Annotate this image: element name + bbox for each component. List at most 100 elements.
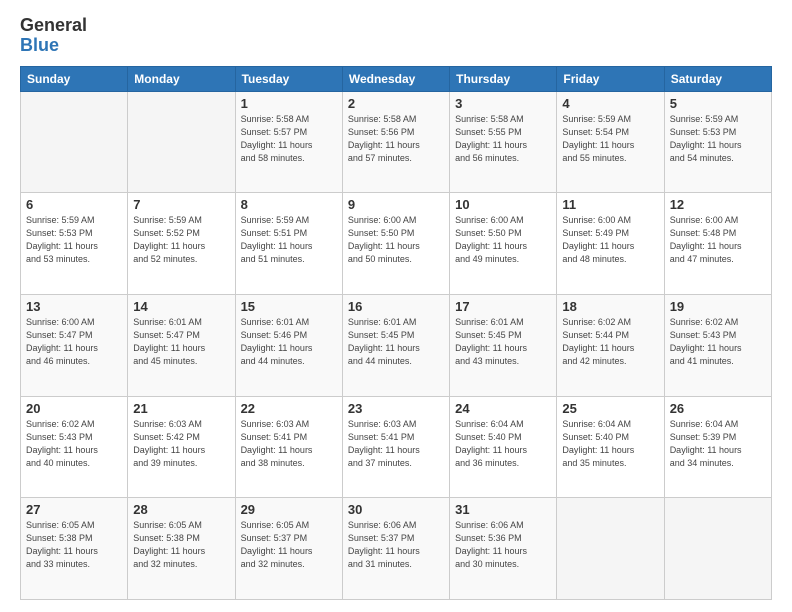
day-info: Sunrise: 6:06 AM Sunset: 5:37 PM Dayligh…	[348, 519, 444, 571]
calendar-cell: 25 Sunrise: 6:04 AM Sunset: 5:40 PM Dayli…	[557, 396, 664, 498]
week-row-2: 13 Sunrise: 6:00 AM Sunset: 5:47 PM Dayli…	[21, 294, 772, 396]
day-info: Sunrise: 5:59 AM Sunset: 5:53 PM Dayligh…	[670, 113, 766, 165]
day-number: 25	[562, 401, 658, 416]
day-number: 28	[133, 502, 229, 517]
page: GeneralBlue SundayMondayTuesdayWednesday…	[0, 0, 792, 612]
calendar-cell: 30 Sunrise: 6:06 AM Sunset: 5:37 PM Dayli…	[342, 498, 449, 600]
calendar-cell: 19 Sunrise: 6:02 AM Sunset: 5:43 PM Dayli…	[664, 294, 771, 396]
calendar-cell	[128, 91, 235, 193]
day-info: Sunrise: 6:00 AM Sunset: 5:47 PM Dayligh…	[26, 316, 122, 368]
weekday-header-friday: Friday	[557, 66, 664, 91]
day-number: 31	[455, 502, 551, 517]
day-info: Sunrise: 6:03 AM Sunset: 5:41 PM Dayligh…	[241, 418, 337, 470]
logo-text: GeneralBlue	[20, 16, 87, 56]
day-number: 9	[348, 197, 444, 212]
day-info: Sunrise: 6:06 AM Sunset: 5:36 PM Dayligh…	[455, 519, 551, 571]
day-number: 13	[26, 299, 122, 314]
day-number: 5	[670, 96, 766, 111]
calendar-cell: 22 Sunrise: 6:03 AM Sunset: 5:41 PM Dayli…	[235, 396, 342, 498]
day-number: 17	[455, 299, 551, 314]
day-info: Sunrise: 5:58 AM Sunset: 5:56 PM Dayligh…	[348, 113, 444, 165]
day-number: 10	[455, 197, 551, 212]
day-info: Sunrise: 5:59 AM Sunset: 5:52 PM Dayligh…	[133, 214, 229, 266]
calendar-cell: 24 Sunrise: 6:04 AM Sunset: 5:40 PM Dayli…	[450, 396, 557, 498]
day-number: 15	[241, 299, 337, 314]
day-info: Sunrise: 6:00 AM Sunset: 5:49 PM Dayligh…	[562, 214, 658, 266]
day-info: Sunrise: 6:02 AM Sunset: 5:43 PM Dayligh…	[670, 316, 766, 368]
day-info: Sunrise: 6:04 AM Sunset: 5:40 PM Dayligh…	[562, 418, 658, 470]
calendar-cell: 23 Sunrise: 6:03 AM Sunset: 5:41 PM Dayli…	[342, 396, 449, 498]
week-row-4: 27 Sunrise: 6:05 AM Sunset: 5:38 PM Dayli…	[21, 498, 772, 600]
day-number: 1	[241, 96, 337, 111]
weekday-header-saturday: Saturday	[664, 66, 771, 91]
day-info: Sunrise: 6:00 AM Sunset: 5:50 PM Dayligh…	[348, 214, 444, 266]
day-number: 4	[562, 96, 658, 111]
week-row-1: 6 Sunrise: 5:59 AM Sunset: 5:53 PM Daylig…	[21, 193, 772, 295]
calendar-cell: 4 Sunrise: 5:59 AM Sunset: 5:54 PM Daylig…	[557, 91, 664, 193]
calendar-cell: 29 Sunrise: 6:05 AM Sunset: 5:37 PM Dayli…	[235, 498, 342, 600]
day-info: Sunrise: 5:58 AM Sunset: 5:55 PM Dayligh…	[455, 113, 551, 165]
day-number: 27	[26, 502, 122, 517]
calendar-cell: 18Sunrise: 6:02 AM Sunset: 5:44 PM Dayli…	[557, 294, 664, 396]
calendar-cell: 15 Sunrise: 6:01 AM Sunset: 5:46 PM Dayli…	[235, 294, 342, 396]
calendar-cell: 7 Sunrise: 5:59 AM Sunset: 5:52 PM Daylig…	[128, 193, 235, 295]
logo: GeneralBlue	[20, 16, 87, 56]
calendar-cell	[664, 498, 771, 600]
weekday-header-sunday: Sunday	[21, 66, 128, 91]
day-number: 21	[133, 401, 229, 416]
day-info: Sunrise: 6:04 AM Sunset: 5:39 PM Dayligh…	[670, 418, 766, 470]
calendar-cell: 11 Sunrise: 6:00 AM Sunset: 5:49 PM Dayli…	[557, 193, 664, 295]
calendar-cell: 1 Sunrise: 5:58 AM Sunset: 5:57 PM Daylig…	[235, 91, 342, 193]
day-info: Sunrise: 6:05 AM Sunset: 5:38 PM Dayligh…	[133, 519, 229, 571]
day-info: Sunrise: 6:00 AM Sunset: 5:50 PM Dayligh…	[455, 214, 551, 266]
calendar-cell	[21, 91, 128, 193]
day-info: Sunrise: 6:03 AM Sunset: 5:42 PM Dayligh…	[133, 418, 229, 470]
day-info: Sunrise: 6:03 AM Sunset: 5:41 PM Dayligh…	[348, 418, 444, 470]
day-info: Sunrise: 5:58 AM Sunset: 5:57 PM Dayligh…	[241, 113, 337, 165]
day-number: 3	[455, 96, 551, 111]
day-number: 29	[241, 502, 337, 517]
day-number: 19	[670, 299, 766, 314]
day-info: Sunrise: 6:04 AM Sunset: 5:40 PM Dayligh…	[455, 418, 551, 470]
day-info: Sunrise: 6:01 AM Sunset: 5:45 PM Dayligh…	[455, 316, 551, 368]
day-number: 24	[455, 401, 551, 416]
weekday-header-row: SundayMondayTuesdayWednesdayThursdayFrid…	[21, 66, 772, 91]
day-number: 14	[133, 299, 229, 314]
calendar-cell: 6 Sunrise: 5:59 AM Sunset: 5:53 PM Daylig…	[21, 193, 128, 295]
weekday-header-thursday: Thursday	[450, 66, 557, 91]
calendar-cell: 5 Sunrise: 5:59 AM Sunset: 5:53 PM Daylig…	[664, 91, 771, 193]
day-number: 23	[348, 401, 444, 416]
calendar-cell: 13 Sunrise: 6:00 AM Sunset: 5:47 PM Dayli…	[21, 294, 128, 396]
day-number: 30	[348, 502, 444, 517]
day-info: Sunrise: 6:01 AM Sunset: 5:46 PM Dayligh…	[241, 316, 337, 368]
weekday-header-wednesday: Wednesday	[342, 66, 449, 91]
day-info: Sunrise: 6:05 AM Sunset: 5:37 PM Dayligh…	[241, 519, 337, 571]
day-number: 18	[562, 299, 658, 314]
header: GeneralBlue	[20, 16, 772, 56]
day-number: 20	[26, 401, 122, 416]
day-number: 6	[26, 197, 122, 212]
calendar-cell: 2Sunrise: 5:58 AM Sunset: 5:56 PM Daylig…	[342, 91, 449, 193]
day-info: Sunrise: 6:01 AM Sunset: 5:47 PM Dayligh…	[133, 316, 229, 368]
calendar-cell: 27 Sunrise: 6:05 AM Sunset: 5:38 PM Dayli…	[21, 498, 128, 600]
week-row-0: 1 Sunrise: 5:58 AM Sunset: 5:57 PM Daylig…	[21, 91, 772, 193]
calendar-cell: 31 Sunrise: 6:06 AM Sunset: 5:36 PM Dayli…	[450, 498, 557, 600]
calendar-cell: 16Sunrise: 6:01 AM Sunset: 5:45 PM Dayli…	[342, 294, 449, 396]
calendar-cell: 3 Sunrise: 5:58 AM Sunset: 5:55 PM Daylig…	[450, 91, 557, 193]
calendar-cell: 20Sunrise: 6:02 AM Sunset: 5:43 PM Dayli…	[21, 396, 128, 498]
calendar-cell: 21 Sunrise: 6:03 AM Sunset: 5:42 PM Dayli…	[128, 396, 235, 498]
day-number: 8	[241, 197, 337, 212]
calendar-cell: 26Sunrise: 6:04 AM Sunset: 5:39 PM Dayli…	[664, 396, 771, 498]
calendar-table: SundayMondayTuesdayWednesdayThursdayFrid…	[20, 66, 772, 600]
day-info: Sunrise: 6:05 AM Sunset: 5:38 PM Dayligh…	[26, 519, 122, 571]
calendar-cell: 9 Sunrise: 6:00 AM Sunset: 5:50 PM Daylig…	[342, 193, 449, 295]
day-info: Sunrise: 5:59 AM Sunset: 5:53 PM Dayligh…	[26, 214, 122, 266]
day-number: 7	[133, 197, 229, 212]
day-number: 11	[562, 197, 658, 212]
calendar-cell: 12Sunrise: 6:00 AM Sunset: 5:48 PM Dayli…	[664, 193, 771, 295]
day-info: Sunrise: 5:59 AM Sunset: 5:54 PM Dayligh…	[562, 113, 658, 165]
calendar-cell: 17 Sunrise: 6:01 AM Sunset: 5:45 PM Dayli…	[450, 294, 557, 396]
day-number: 22	[241, 401, 337, 416]
calendar-cell: 28 Sunrise: 6:05 AM Sunset: 5:38 PM Dayli…	[128, 498, 235, 600]
calendar-cell: 10 Sunrise: 6:00 AM Sunset: 5:50 PM Dayli…	[450, 193, 557, 295]
